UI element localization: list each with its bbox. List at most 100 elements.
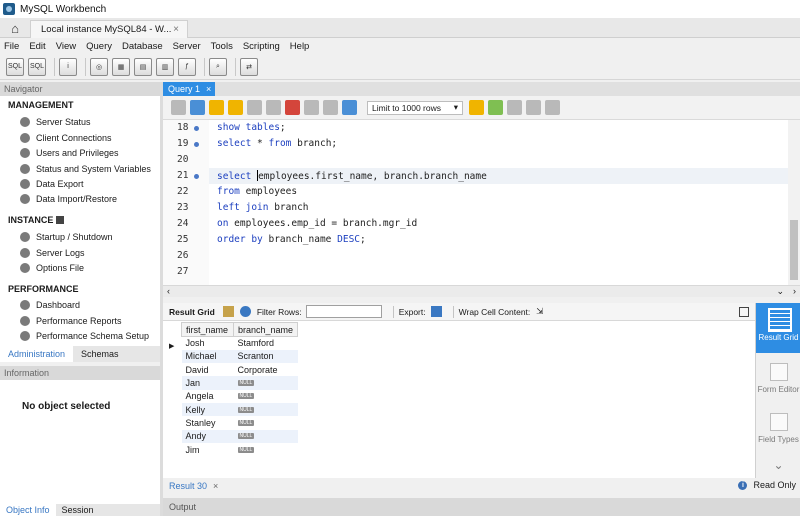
tab-administration[interactable]: Administration <box>0 346 74 362</box>
chevron-down-icon[interactable]: ⌄ <box>776 286 784 297</box>
wrap-lines-icon[interactable] <box>545 100 560 115</box>
cell-branch-name[interactable]: NULL <box>234 443 298 456</box>
save-icon[interactable] <box>190 100 205 115</box>
side-field-types-button[interactable]: Field Types <box>756 413 800 444</box>
table-row[interactable]: Stanley NULL <box>182 416 298 429</box>
chevron-down-icon[interactable]: ⌄ <box>756 459 800 471</box>
menu-help[interactable]: Help <box>290 41 310 52</box>
execute-icon[interactable] <box>209 100 224 115</box>
nav-item-dashboard[interactable]: Dashboard <box>20 298 80 312</box>
menu-server[interactable]: Server <box>173 41 201 52</box>
nav-item-client-connections[interactable]: Client Connections <box>20 131 112 145</box>
tab-object-info[interactable]: Object Info <box>0 504 56 516</box>
home-icon[interactable]: ⌂ <box>0 18 30 38</box>
add-snippet-icon[interactable] <box>469 100 484 115</box>
menu-scripting[interactable]: Scripting <box>243 41 280 52</box>
connection-tab[interactable]: Local instance MySQL84 - W... × <box>30 20 188 38</box>
filter-rows-input[interactable] <box>305 305 382 318</box>
editor-horizontal-scrollbar[interactable]: ‹ ⌄ › <box>163 285 800 297</box>
scrollbar-thumb[interactable] <box>790 220 798 280</box>
table-row[interactable]: Josh Stamford <box>182 337 298 350</box>
cell-first-name[interactable]: Angela <box>182 390 234 403</box>
wrap-icon[interactable]: ⇲ <box>536 306 543 317</box>
sql-editor[interactable]: 18 show tables; 19 select * from branch;… <box>163 120 800 285</box>
cell-first-name[interactable]: Jim <box>182 443 234 456</box>
open-file-icon[interactable] <box>171 100 186 115</box>
side-form-editor-button[interactable]: Form Editor <box>756 363 800 394</box>
limit-rows-select[interactable]: Limit to 1000 rows ▾ <box>367 100 463 115</box>
reconnect-icon[interactable]: ⇄ <box>240 57 258 76</box>
scroll-right-icon[interactable]: › <box>793 286 796 296</box>
side-result-grid-button[interactable]: Result Grid <box>756 303 800 353</box>
nav-item-data-import[interactable]: Data Import/Restore <box>20 192 117 206</box>
table-row[interactable]: Jan NULL <box>181 376 298 390</box>
result-tab[interactable]: Result 30 <box>169 481 207 491</box>
menu-database[interactable]: Database <box>122 41 163 52</box>
create-function-icon[interactable]: ƒ <box>178 57 196 76</box>
search-table-data-icon[interactable]: ⌕ <box>209 57 227 76</box>
rollback-icon[interactable] <box>323 100 338 115</box>
nav-item-users-and-privileges[interactable]: Users and Privileges <box>20 146 119 160</box>
cell-first-name[interactable]: Michael <box>181 349 234 364</box>
cell-branch-name[interactable]: NULL <box>233 429 298 443</box>
cell-branch-name[interactable]: NULL <box>234 416 298 429</box>
open-sql-script-icon[interactable]: SQL <box>28 57 46 76</box>
cell-first-name[interactable]: Kelly <box>181 402 234 417</box>
nav-item-status-and-system-variables[interactable]: Status and System Variables <box>20 162 151 176</box>
nav-item-server-logs[interactable]: Server Logs <box>20 246 85 260</box>
tab-schemas[interactable]: Schemas <box>73 346 127 362</box>
nav-item-data-export[interactable]: Data Export <box>20 177 84 191</box>
nav-item-options-file[interactable]: Options File <box>20 261 84 275</box>
menu-edit[interactable]: Edit <box>29 41 45 52</box>
cell-first-name[interactable]: David <box>182 363 234 376</box>
table-row[interactable]: Jim NULL <box>182 443 298 456</box>
cell-first-name[interactable]: Josh <box>182 337 234 350</box>
close-tab-icon[interactable]: × <box>173 24 179 35</box>
refresh-icon[interactable] <box>239 306 251 317</box>
close-result-tab-icon[interactable]: × <box>213 481 218 491</box>
cell-first-name[interactable]: Andy <box>181 429 234 443</box>
table-row[interactable]: Andy NULL <box>181 429 298 443</box>
toggle-error-icon[interactable] <box>285 100 300 115</box>
invisible-chars-icon[interactable] <box>526 100 541 115</box>
cell-branch-name[interactable]: NULL <box>233 402 298 417</box>
nav-item-startup-shutdown[interactable]: Startup / Shutdown <box>20 230 113 244</box>
cell-branch-name[interactable]: Corporate <box>234 363 298 376</box>
query-tab[interactable]: Query 1 × <box>163 82 215 96</box>
menu-query[interactable]: Query <box>86 41 112 52</box>
create-schema-icon[interactable]: ◎ <box>90 57 108 76</box>
nav-item-performance-reports[interactable]: Performance Reports <box>20 314 122 328</box>
tab-session[interactable]: Session <box>56 504 100 516</box>
table-row[interactable]: Michael Scranton <box>181 349 298 364</box>
explain-icon[interactable] <box>247 100 262 115</box>
table-row[interactable]: David Corporate <box>182 363 298 376</box>
table-row[interactable]: Angela NULL <box>182 390 298 403</box>
new-sql-tab-icon[interactable]: SQL <box>6 57 24 76</box>
scroll-left-icon[interactable]: ‹ <box>167 286 170 296</box>
menu-file[interactable]: File <box>4 41 19 52</box>
stop-icon[interactable] <box>266 100 281 115</box>
toggle-panel-icon[interactable] <box>739 306 749 317</box>
result-grid[interactable]: ▶ first_name branch_name Josh Stamford Mic… <box>163 321 755 478</box>
inspector-icon[interactable]: i <box>59 57 77 76</box>
autocommit-icon[interactable] <box>342 100 357 115</box>
create-table-icon[interactable]: ▦ <box>112 57 130 76</box>
column-header-first-name[interactable]: first_name <box>181 322 234 337</box>
commit-icon[interactable] <box>304 100 319 115</box>
nav-item-performance-schema-setup[interactable]: Performance Schema Setup <box>20 329 149 343</box>
cell-first-name[interactable]: Stanley <box>182 416 234 429</box>
cell-branch-name[interactable]: Scranton <box>233 349 298 364</box>
editor-vertical-scrollbar[interactable] <box>788 120 800 285</box>
column-header-branch-name[interactable]: branch_name <box>232 322 299 337</box>
export-icon[interactable] <box>430 306 442 317</box>
grid-icon[interactable] <box>222 306 234 317</box>
table-row[interactable]: Kelly NULL <box>181 402 298 417</box>
create-procedure-icon[interactable]: ▥ <box>156 57 174 76</box>
create-view-icon[interactable]: ▤ <box>134 57 152 76</box>
menu-view[interactable]: View <box>56 41 76 52</box>
find-icon[interactable] <box>507 100 522 115</box>
menu-tools[interactable]: Tools <box>211 41 233 52</box>
cell-first-name[interactable]: Jan <box>181 376 234 390</box>
cell-branch-name[interactable]: NULL <box>233 376 298 390</box>
cell-branch-name[interactable]: Stamford <box>234 337 298 350</box>
